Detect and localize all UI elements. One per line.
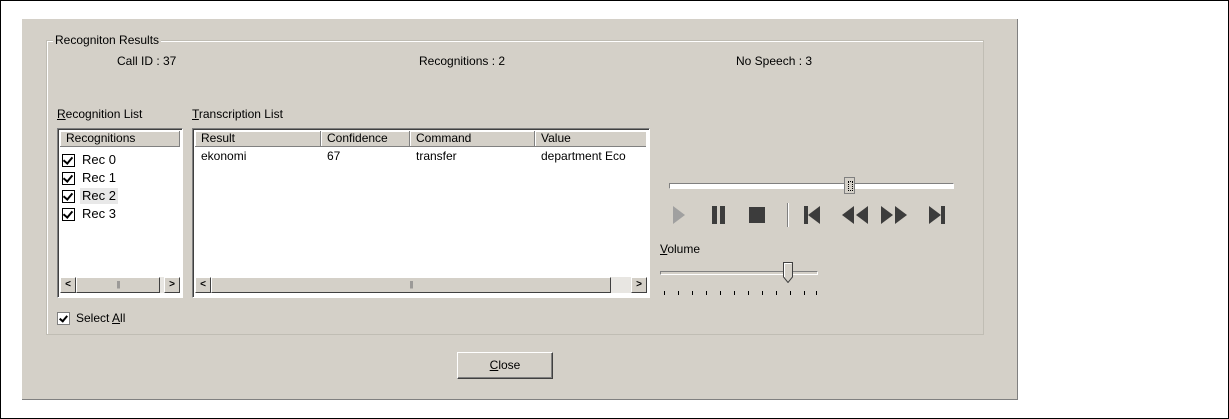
recognition-list-scrollbar[interactable]: < ||| > [60, 277, 180, 293]
column-header-result[interactable]: Result [195, 131, 321, 147]
volume-tick [734, 291, 735, 295]
pause-icon[interactable] [708, 204, 730, 226]
volume-tick [816, 291, 817, 295]
recognition-list-header: Recognitions [60, 131, 180, 148]
select-all-box[interactable] [57, 311, 70, 325]
volume-tick [762, 291, 763, 295]
stop-icon[interactable] [745, 204, 769, 226]
item-label: Rec 3 [82, 206, 116, 221]
column-header-recognitions[interactable]: Recognitions [60, 131, 180, 147]
skip-forward-icon[interactable] [926, 204, 948, 226]
table-row[interactable]: ekonomi 67 transfer department Eco [195, 149, 646, 163]
item-checkbox[interactable] [62, 171, 75, 185]
volume-tick [720, 291, 721, 295]
cell-command: transfer [416, 149, 457, 163]
volume-tick [664, 291, 665, 295]
volume-tick [790, 291, 791, 295]
item-checkbox[interactable] [62, 153, 75, 167]
seek-track[interactable] [669, 183, 954, 189]
volume-tick [678, 291, 679, 295]
item-checkbox[interactable] [62, 189, 75, 203]
scroll-left-icon[interactable]: < [195, 277, 211, 293]
recognition-list[interactable]: Recognitions Rec 0 Rec 1 Rec 2 Rec 3 < |… [57, 128, 183, 298]
scroll-left-icon[interactable]: < [60, 277, 76, 293]
recognitions-stat: Recognitions : 2 [419, 54, 506, 68]
volume-tick [706, 291, 707, 295]
cell-value: department Eco [541, 149, 626, 163]
no-speech-stat: No Speech : 3 [736, 54, 813, 68]
scroll-right-icon[interactable]: > [164, 277, 180, 293]
select-all-label: Select All [76, 311, 126, 325]
call-id-stat: Call ID : 37 [117, 54, 177, 68]
volume-tick [692, 291, 693, 295]
item-label: Rec 0 [82, 152, 116, 167]
volume-tick [748, 291, 749, 295]
transcription-list[interactable]: Result Confidence Command Value ekonomi … [192, 128, 650, 298]
scroll-thumb[interactable]: ||| [76, 277, 160, 293]
fast-forward-icon[interactable] [877, 204, 911, 226]
play-icon[interactable] [668, 204, 690, 226]
volume-tick [776, 291, 777, 295]
transcription-list-scrollbar[interactable]: < ||| > [195, 277, 647, 293]
transport-separator-highlight [788, 203, 789, 227]
column-header-confidence[interactable]: Confidence [321, 131, 410, 147]
volume-tick [804, 291, 805, 295]
seek-thumb[interactable] [844, 177, 855, 194]
list-item[interactable]: Rec 1 [62, 169, 118, 187]
item-label: Rec 2 [80, 188, 118, 204]
transcription-list-label: Transcription List [192, 107, 283, 121]
volume-track[interactable] [660, 271, 818, 275]
group-title: Recogniton Results [53, 33, 162, 47]
recognition-list-label: Recognition List [57, 107, 143, 121]
item-checkbox[interactable] [62, 207, 75, 221]
list-item[interactable]: Rec 2 [62, 187, 118, 205]
column-header-command[interactable]: Command [410, 131, 535, 147]
cell-confidence: 67 [327, 149, 341, 163]
volume-label: Volume [660, 242, 701, 256]
volume-thumb[interactable] [783, 262, 793, 284]
rewind-icon[interactable] [838, 204, 872, 226]
scroll-right-icon[interactable]: > [631, 277, 647, 293]
item-label: Rec 1 [82, 170, 116, 185]
cell-result: ekonomi [201, 149, 247, 163]
scroll-thumb[interactable]: ||| [211, 277, 611, 293]
transcription-list-header: Result Confidence Command Value [195, 131, 646, 148]
list-item[interactable]: Rec 0 [62, 151, 118, 169]
column-header-value[interactable]: Value [535, 131, 646, 147]
skip-back-icon[interactable] [801, 204, 823, 226]
close-button[interactable]: Close [457, 352, 553, 379]
list-item[interactable]: Rec 3 [62, 205, 118, 223]
select-all-checkbox[interactable]: Select All [57, 311, 125, 325]
